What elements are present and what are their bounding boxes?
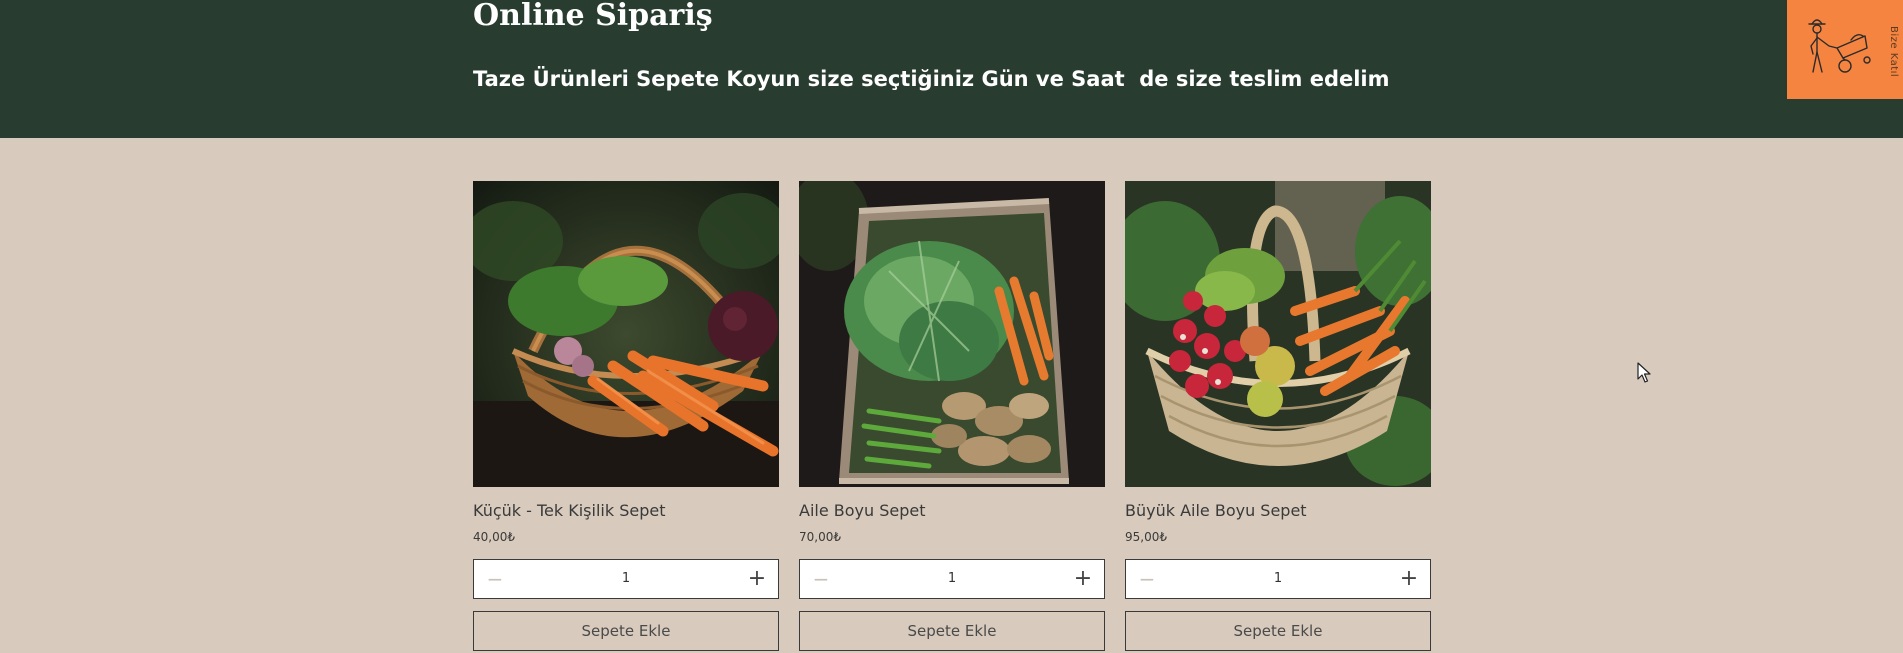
minus-icon[interactable]: − [482,566,508,592]
plus-icon[interactable]: + [1070,566,1096,592]
page-subtitle: Taze Ürünleri Sepete Koyun size seçtiğin… [473,67,1390,91]
product-image[interactable] [799,181,1105,487]
product-name[interactable]: Büyük Aile Boyu Sepet [1125,500,1307,522]
header-banner: Online Sipariş Taze Ürünleri Sepete Koyu… [0,0,1903,138]
plus-icon[interactable]: + [744,566,770,592]
quantity-stepper: − 1 + [799,559,1105,599]
product-name[interactable]: Küçük - Tek Kişilik Sepet [473,500,665,522]
product-price: 95,00₺ [1125,530,1167,544]
add-to-cart-button[interactable]: Sepete Ekle [473,611,779,651]
product-price: 40,00₺ [473,530,515,544]
product-card: Büyük Aile Boyu Sepet 95,00₺ − 1 + Sepet… [1125,181,1431,653]
quantity-input[interactable]: 1 [1166,560,1390,598]
quantity-input[interactable]: 1 [514,560,738,598]
quantity-stepper: − 1 + [473,559,779,599]
minus-icon[interactable]: − [1134,566,1160,592]
minus-icon[interactable]: − [808,566,834,592]
plus-icon[interactable]: + [1396,566,1422,592]
farmer-wheelbarrow-icon [1808,19,1871,73]
product-card: Aile Boyu Sepet 70,00₺ − 1 + Sepete Ekle [799,181,1105,653]
quantity-stepper: − 1 + [1125,559,1431,599]
product-name[interactable]: Aile Boyu Sepet [799,500,926,522]
add-to-cart-button[interactable]: Sepete Ekle [1125,611,1431,651]
quantity-input[interactable]: 1 [840,560,1064,598]
join-us-badge[interactable]: Bize Katıl [1787,0,1903,99]
mouse-cursor-icon [1637,362,1651,383]
product-price: 70,00₺ [799,530,841,544]
product-card: Küçük - Tek Kişilik Sepet 40,00₺ − 1 + S… [473,181,779,653]
product-grid: Küçük - Tek Kişilik Sepet 40,00₺ − 1 + S… [473,181,1431,653]
product-image[interactable] [1125,181,1431,487]
join-us-label: Bize Katıl [1888,26,1899,78]
page-title: Online Sipariş [473,0,713,33]
add-to-cart-button[interactable]: Sepete Ekle [799,611,1105,651]
product-image[interactable] [473,181,779,487]
